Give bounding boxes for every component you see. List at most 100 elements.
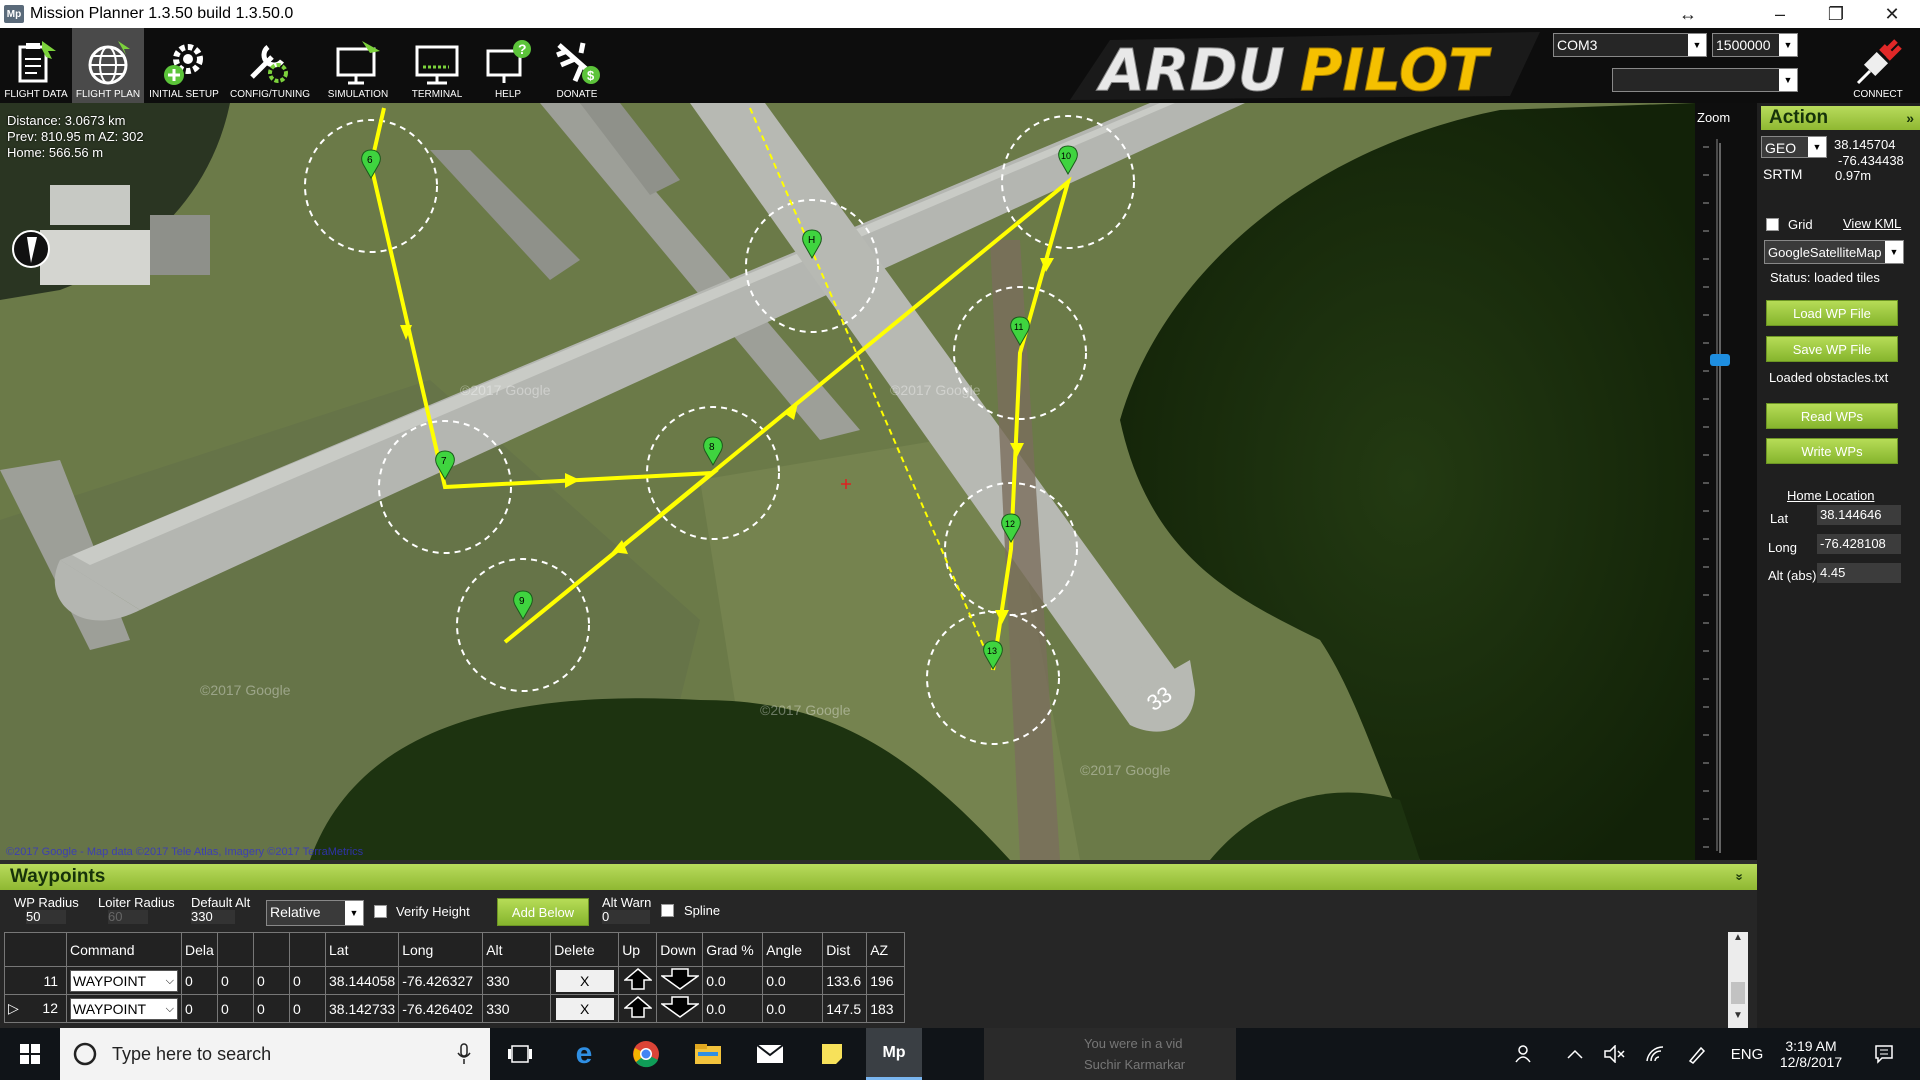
baud-rate-select[interactable]: 1500000 ▼	[1712, 33, 1798, 57]
zoom-slider[interactable]	[1695, 103, 1757, 860]
chevron-up-icon[interactable]	[1560, 1028, 1590, 1080]
param4-cell[interactable]: 0	[289, 966, 326, 995]
alt-warn-field[interactable]: 0	[602, 910, 650, 924]
default-alt-field[interactable]: 330	[191, 910, 235, 924]
angle-cell[interactable]: 0.0	[762, 994, 824, 1023]
col-header-lat[interactable]: Lat	[324, 932, 400, 967]
map-canvas[interactable]: 33 6 7 8 9 10 H 11 12 13 ©2017 Google ©2…	[0, 103, 1695, 860]
col-header-alt[interactable]: Alt	[482, 932, 552, 967]
col-header-command[interactable]: Command	[66, 932, 182, 967]
spline-checkbox[interactable]	[661, 904, 674, 917]
restore-button[interactable]: ❐	[1808, 0, 1864, 28]
write-wps-button[interactable]: Write WPs	[1766, 438, 1898, 464]
long-cell[interactable]: -76.426402	[398, 994, 484, 1023]
help-button[interactable]: ? HELP	[476, 28, 540, 103]
home-long-field[interactable]: -76.428108	[1817, 534, 1901, 554]
read-wps-button[interactable]: Read WPs	[1766, 403, 1898, 429]
lat-cell[interactable]: 38.142733	[324, 994, 400, 1023]
delete-button[interactable]: X	[555, 997, 614, 1020]
col-header-p4[interactable]	[289, 932, 326, 967]
microphone-icon[interactable]	[456, 1043, 472, 1065]
row-index[interactable]: 11	[4, 966, 67, 995]
grad-cell[interactable]: 0.0	[702, 994, 764, 1023]
arrow-down-icon[interactable]	[659, 968, 701, 990]
scroll-down-icon[interactable]: ▼	[1728, 1010, 1748, 1028]
wp-radius-field[interactable]: 50	[26, 910, 66, 924]
col-header-angle[interactable]: Angle	[762, 932, 824, 967]
param2-cell[interactable]: 0	[217, 966, 254, 995]
arrow-down-icon[interactable]	[659, 996, 701, 1018]
collapse-icon[interactable]: »	[1726, 873, 1752, 880]
load-wp-file-button[interactable]: Load WP File	[1766, 300, 1898, 326]
col-header-p3[interactable]	[253, 932, 290, 967]
arrow-up-icon[interactable]	[622, 968, 653, 990]
start-button[interactable]	[0, 1028, 60, 1080]
param4-cell[interactable]: 0	[289, 994, 326, 1023]
pen-icon[interactable]	[1682, 1028, 1712, 1080]
col-header-dist[interactable]: Dist	[822, 932, 868, 967]
terminal-button[interactable]: TERMINAL	[402, 28, 472, 103]
action-center-icon[interactable]	[1860, 1028, 1908, 1080]
map-provider-select[interactable]: GoogleSatelliteMap ▼	[1764, 240, 1904, 264]
wifi-icon[interactable]	[1640, 1028, 1670, 1080]
param3-cell[interactable]: 0	[253, 994, 290, 1023]
satellite-map[interactable]: 33 6 7 8 9 10 H 11 12 13 ©2017 Google ©2…	[0, 103, 1695, 860]
taskbar-search[interactable]: Type here to search	[60, 1028, 490, 1080]
up-cell[interactable]	[618, 994, 658, 1023]
col-header-down[interactable]: Down	[656, 932, 704, 967]
mail-icon[interactable]	[744, 1028, 796, 1080]
command-cell[interactable]: WAYPOINT ⌵	[66, 994, 182, 1023]
close-button[interactable]: ✕	[1864, 0, 1920, 28]
scroll-up-icon[interactable]: ▲	[1728, 932, 1748, 950]
col-header-delay[interactable]: Dela	[181, 932, 218, 967]
col-header-long[interactable]: Long	[398, 932, 484, 967]
arrow-up-icon[interactable]	[622, 996, 653, 1018]
dist-cell[interactable]: 147.5	[822, 994, 868, 1023]
param3-cell[interactable]: 0	[253, 966, 290, 995]
delete-cell[interactable]: X	[550, 966, 620, 995]
command-cell[interactable]: WAYPOINT ⌵	[66, 966, 182, 995]
delete-cell[interactable]: X	[550, 994, 620, 1023]
param2-cell[interactable]: 0	[217, 994, 254, 1023]
table-row[interactable]: ▷ 12 WAYPOINT ⌵ 0 0 0 0 38.142733 -76.4264…	[4, 994, 906, 1023]
action-panel-header[interactable]: Action »	[1761, 106, 1920, 130]
command-select[interactable]: WAYPOINT ⌵	[70, 997, 178, 1020]
home-lat-field[interactable]: 38.144646	[1817, 505, 1901, 525]
initial-setup-button[interactable]: INITIAL SETUP	[146, 28, 222, 103]
alt-cell[interactable]: 330	[482, 966, 552, 995]
alt-cell[interactable]: 330	[482, 994, 552, 1023]
verify-height-checkbox[interactable]	[374, 905, 387, 918]
home-location-link[interactable]: Home Location	[1787, 488, 1874, 503]
table-scrollbar[interactable]: ▲ ▼	[1728, 932, 1748, 1028]
view-kml-link[interactable]: View KML	[1843, 216, 1901, 231]
language-indicator[interactable]: ENG	[1725, 1028, 1769, 1080]
down-cell[interactable]	[656, 994, 704, 1023]
col-header-grad[interactable]: Grad %	[702, 932, 764, 967]
add-below-button[interactable]: Add Below	[497, 898, 589, 926]
table-row[interactable]: 11 WAYPOINT ⌵ 0 0 0 0 38.144058 -76.42632…	[4, 966, 906, 995]
alt-mode-select[interactable]: Relative ▼	[266, 900, 364, 926]
col-header-up[interactable]: Up	[618, 932, 658, 967]
param1-cell[interactable]: 0	[181, 994, 218, 1023]
waypoints-header[interactable]: Waypoints »	[0, 864, 1757, 890]
down-cell[interactable]	[656, 966, 704, 995]
coord-mode-select[interactable]: GEO ▼	[1761, 136, 1827, 158]
grid-checkbox[interactable]	[1766, 218, 1779, 231]
clock[interactable]: 3:19 AM 12/8/2017	[1772, 1028, 1850, 1080]
param1-cell[interactable]: 0	[181, 966, 218, 995]
lat-cell[interactable]: 38.144058	[324, 966, 400, 995]
row-index[interactable]: ▷ 12	[4, 994, 67, 1023]
dist-cell[interactable]: 133.6	[822, 966, 868, 995]
task-view-icon[interactable]	[494, 1028, 546, 1080]
flight-plan-button[interactable]: FLIGHT PLAN	[72, 28, 144, 103]
com-port-select[interactable]: COM3 ▼	[1553, 33, 1707, 57]
simulation-button[interactable]: SIMULATION	[318, 28, 398, 103]
long-cell[interactable]: -76.426327	[398, 966, 484, 995]
az-cell[interactable]: 183	[866, 994, 906, 1023]
connect-button[interactable]: CONNECT	[1840, 28, 1916, 103]
notification-preview[interactable]: You were in a vid Suchir Karmarkar	[984, 1028, 1236, 1080]
az-cell[interactable]: 196	[866, 966, 906, 995]
command-select[interactable]: WAYPOINT ⌵	[70, 969, 178, 992]
home-alt-field[interactable]: 4.45	[1817, 563, 1901, 583]
donate-button[interactable]: $ DONATE	[544, 28, 610, 103]
